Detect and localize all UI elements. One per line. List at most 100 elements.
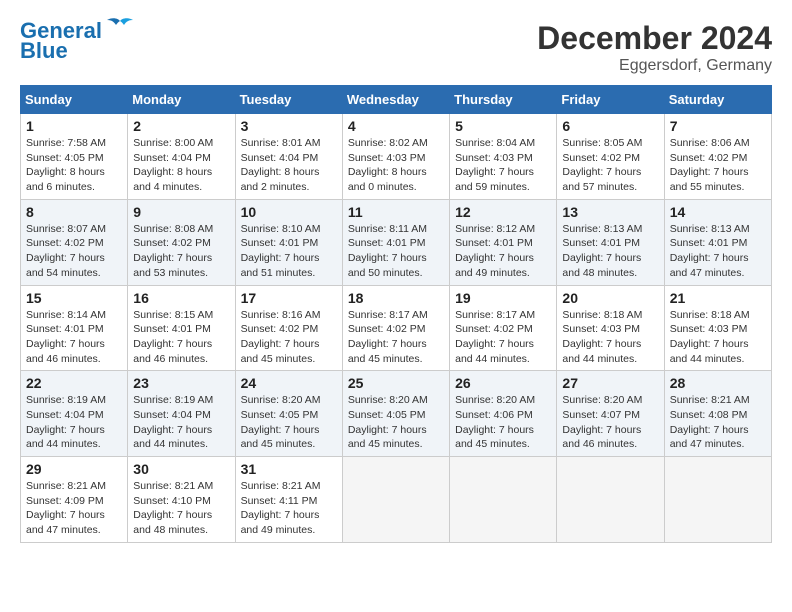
day-detail: Sunrise: 8:02 AMSunset: 4:03 PMDaylight:… [348, 137, 428, 193]
month-year: December 2024 [537, 20, 772, 57]
day-cell: 25 Sunrise: 8:20 AMSunset: 4:05 PMDayligh… [342, 371, 449, 457]
day-cell: 30Sunrise: 8:21 AMSunset: 4:10 PMDayligh… [128, 457, 235, 543]
day-detail: Sunrise: 8:21 AMSunset: 4:11 PMDaylight:… [241, 480, 321, 536]
day-number: 10 [241, 204, 337, 220]
day-detail: Sunrise: 8:08 AMSunset: 4:02 PMDaylight:… [133, 223, 213, 279]
day-detail: Sunrise: 8:14 AMSunset: 4:01 PMDaylight:… [26, 309, 106, 365]
day-number: 30 [133, 461, 229, 477]
day-detail: Sunrise: 8:05 AMSunset: 4:02 PMDaylight:… [562, 137, 642, 193]
day-detail: Sunrise: 8:20 AMSunset: 4:07 PMDaylight:… [562, 394, 642, 450]
day-detail: Sunrise: 8:18 AMSunset: 4:03 PMDaylight:… [670, 309, 750, 365]
day-detail: Sunrise: 8:15 AMSunset: 4:01 PMDaylight:… [133, 309, 213, 365]
day-detail: Sunrise: 8:19 AMSunset: 4:04 PMDaylight:… [133, 394, 213, 450]
day-number: 18 [348, 290, 444, 306]
day-cell [664, 457, 771, 543]
header-monday: Monday [128, 86, 235, 114]
day-detail: Sunrise: 7:58 AMSunset: 4:05 PMDaylight:… [26, 137, 106, 193]
day-detail: Sunrise: 8:12 AMSunset: 4:01 PMDaylight:… [455, 223, 535, 279]
day-detail: Sunrise: 8:11 AMSunset: 4:01 PMDaylight:… [348, 223, 427, 279]
day-number: 20 [562, 290, 658, 306]
day-number: 16 [133, 290, 229, 306]
day-number: 25 [348, 375, 444, 391]
day-detail: Sunrise: 8:16 AMSunset: 4:02 PMDaylight:… [241, 309, 321, 365]
header-sunday: Sunday [21, 86, 128, 114]
header-saturday: Saturday [664, 86, 771, 114]
day-cell: 19Sunrise: 8:17 AMSunset: 4:02 PMDayligh… [450, 285, 557, 371]
day-number: 27 [562, 375, 658, 391]
logo-bird-icon [106, 17, 134, 39]
day-cell: 11 Sunrise: 8:11 AMSunset: 4:01 PMDayligh… [342, 199, 449, 285]
day-cell: 3 Sunrise: 8:01 AMSunset: 4:04 PMDaylight… [235, 114, 342, 200]
day-number: 24 [241, 375, 337, 391]
day-detail: Sunrise: 8:13 AMSunset: 4:01 PMDaylight:… [562, 223, 642, 279]
day-cell: 1Sunrise: 7:58 AMSunset: 4:05 PMDaylight… [21, 114, 128, 200]
day-cell [342, 457, 449, 543]
day-detail: Sunrise: 8:04 AMSunset: 4:03 PMDaylight:… [455, 137, 535, 193]
header-friday: Friday [557, 86, 664, 114]
day-number: 14 [670, 204, 766, 220]
day-cell: 21 Sunrise: 8:18 AMSunset: 4:03 PMDayligh… [664, 285, 771, 371]
day-cell [450, 457, 557, 543]
day-cell: 29Sunrise: 8:21 AMSunset: 4:09 PMDayligh… [21, 457, 128, 543]
day-cell: 7 Sunrise: 8:06 AMSunset: 4:02 PMDaylight… [664, 114, 771, 200]
day-detail: Sunrise: 8:10 AMSunset: 4:01 PMDaylight:… [241, 223, 321, 279]
day-number: 17 [241, 290, 337, 306]
day-cell: 15 Sunrise: 8:14 AMSunset: 4:01 PMDayligh… [21, 285, 128, 371]
header-tuesday: Tuesday [235, 86, 342, 114]
day-number: 3 [241, 118, 337, 134]
day-number: 6 [562, 118, 658, 134]
day-number: 9 [133, 204, 229, 220]
day-number: 11 [348, 204, 444, 220]
day-number: 23 [133, 375, 229, 391]
calendar: SundayMondayTuesdayWednesdayThursdayFrid… [20, 85, 772, 543]
day-detail: Sunrise: 8:01 AMSunset: 4:04 PMDaylight:… [241, 137, 321, 193]
day-number: 19 [455, 290, 551, 306]
header-wednesday: Wednesday [342, 86, 449, 114]
day-number: 5 [455, 118, 551, 134]
header-thursday: Thursday [450, 86, 557, 114]
day-number: 15 [26, 290, 122, 306]
day-cell: 13Sunrise: 8:13 AMSunset: 4:01 PMDayligh… [557, 199, 664, 285]
day-cell: 24 Sunrise: 8:20 AMSunset: 4:05 PMDayligh… [235, 371, 342, 457]
day-cell: 28Sunrise: 8:21 AMSunset: 4:08 PMDayligh… [664, 371, 771, 457]
day-detail: Sunrise: 8:13 AMSunset: 4:01 PMDaylight:… [670, 223, 750, 279]
week-row-3: 15 Sunrise: 8:14 AMSunset: 4:01 PMDayligh… [21, 285, 772, 371]
day-detail: Sunrise: 8:07 AMSunset: 4:02 PMDaylight:… [26, 223, 106, 279]
day-cell: 23 Sunrise: 8:19 AMSunset: 4:04 PMDayligh… [128, 371, 235, 457]
week-row-5: 29Sunrise: 8:21 AMSunset: 4:09 PMDayligh… [21, 457, 772, 543]
day-number: 12 [455, 204, 551, 220]
day-cell: 14 Sunrise: 8:13 AMSunset: 4:01 PMDayligh… [664, 199, 771, 285]
day-detail: Sunrise: 8:06 AMSunset: 4:02 PMDaylight:… [670, 137, 750, 193]
day-detail: Sunrise: 8:20 AMSunset: 4:05 PMDaylight:… [241, 394, 321, 450]
day-cell: 20 Sunrise: 8:18 AMSunset: 4:03 PMDayligh… [557, 285, 664, 371]
week-row-1: 1Sunrise: 7:58 AMSunset: 4:05 PMDaylight… [21, 114, 772, 200]
week-row-2: 8Sunrise: 8:07 AMSunset: 4:02 PMDaylight… [21, 199, 772, 285]
weekday-header-row: SundayMondayTuesdayWednesdayThursdayFrid… [21, 86, 772, 114]
day-cell: 18 Sunrise: 8:17 AMSunset: 4:02 PMDayligh… [342, 285, 449, 371]
title-block: December 2024 Eggersdorf, Germany [537, 20, 772, 75]
day-cell: 8Sunrise: 8:07 AMSunset: 4:02 PMDaylight… [21, 199, 128, 285]
day-cell: 31 Sunrise: 8:21 AMSunset: 4:11 PMDayligh… [235, 457, 342, 543]
day-number: 22 [26, 375, 122, 391]
day-cell: 12 Sunrise: 8:12 AMSunset: 4:01 PMDayligh… [450, 199, 557, 285]
day-number: 7 [670, 118, 766, 134]
logo-blue: Blue [20, 38, 68, 64]
day-cell: 26Sunrise: 8:20 AMSunset: 4:06 PMDayligh… [450, 371, 557, 457]
day-cell: 4Sunrise: 8:02 AMSunset: 4:03 PMDaylight… [342, 114, 449, 200]
day-cell: 10 Sunrise: 8:10 AMSunset: 4:01 PMDayligh… [235, 199, 342, 285]
day-cell: 27 Sunrise: 8:20 AMSunset: 4:07 PMDayligh… [557, 371, 664, 457]
day-cell: 17 Sunrise: 8:16 AMSunset: 4:02 PMDayligh… [235, 285, 342, 371]
day-detail: Sunrise: 8:21 AMSunset: 4:08 PMDaylight:… [670, 394, 750, 450]
day-number: 31 [241, 461, 337, 477]
day-cell: 16 Sunrise: 8:15 AMSunset: 4:01 PMDayligh… [128, 285, 235, 371]
day-cell: 6 Sunrise: 8:05 AMSunset: 4:02 PMDaylight… [557, 114, 664, 200]
day-cell: 5 Sunrise: 8:04 AMSunset: 4:03 PMDaylight… [450, 114, 557, 200]
day-detail: Sunrise: 8:20 AMSunset: 4:05 PMDaylight:… [348, 394, 428, 450]
week-row-4: 22 Sunrise: 8:19 AMSunset: 4:04 PMDayligh… [21, 371, 772, 457]
day-detail: Sunrise: 8:17 AMSunset: 4:02 PMDaylight:… [348, 309, 428, 365]
day-number: 21 [670, 290, 766, 306]
day-detail: Sunrise: 8:18 AMSunset: 4:03 PMDaylight:… [562, 309, 642, 365]
header: General Blue December 2024 Eggersdorf, G… [20, 20, 772, 75]
day-detail: Sunrise: 8:21 AMSunset: 4:09 PMDaylight:… [26, 480, 106, 536]
location: Eggersdorf, Germany [537, 57, 772, 75]
